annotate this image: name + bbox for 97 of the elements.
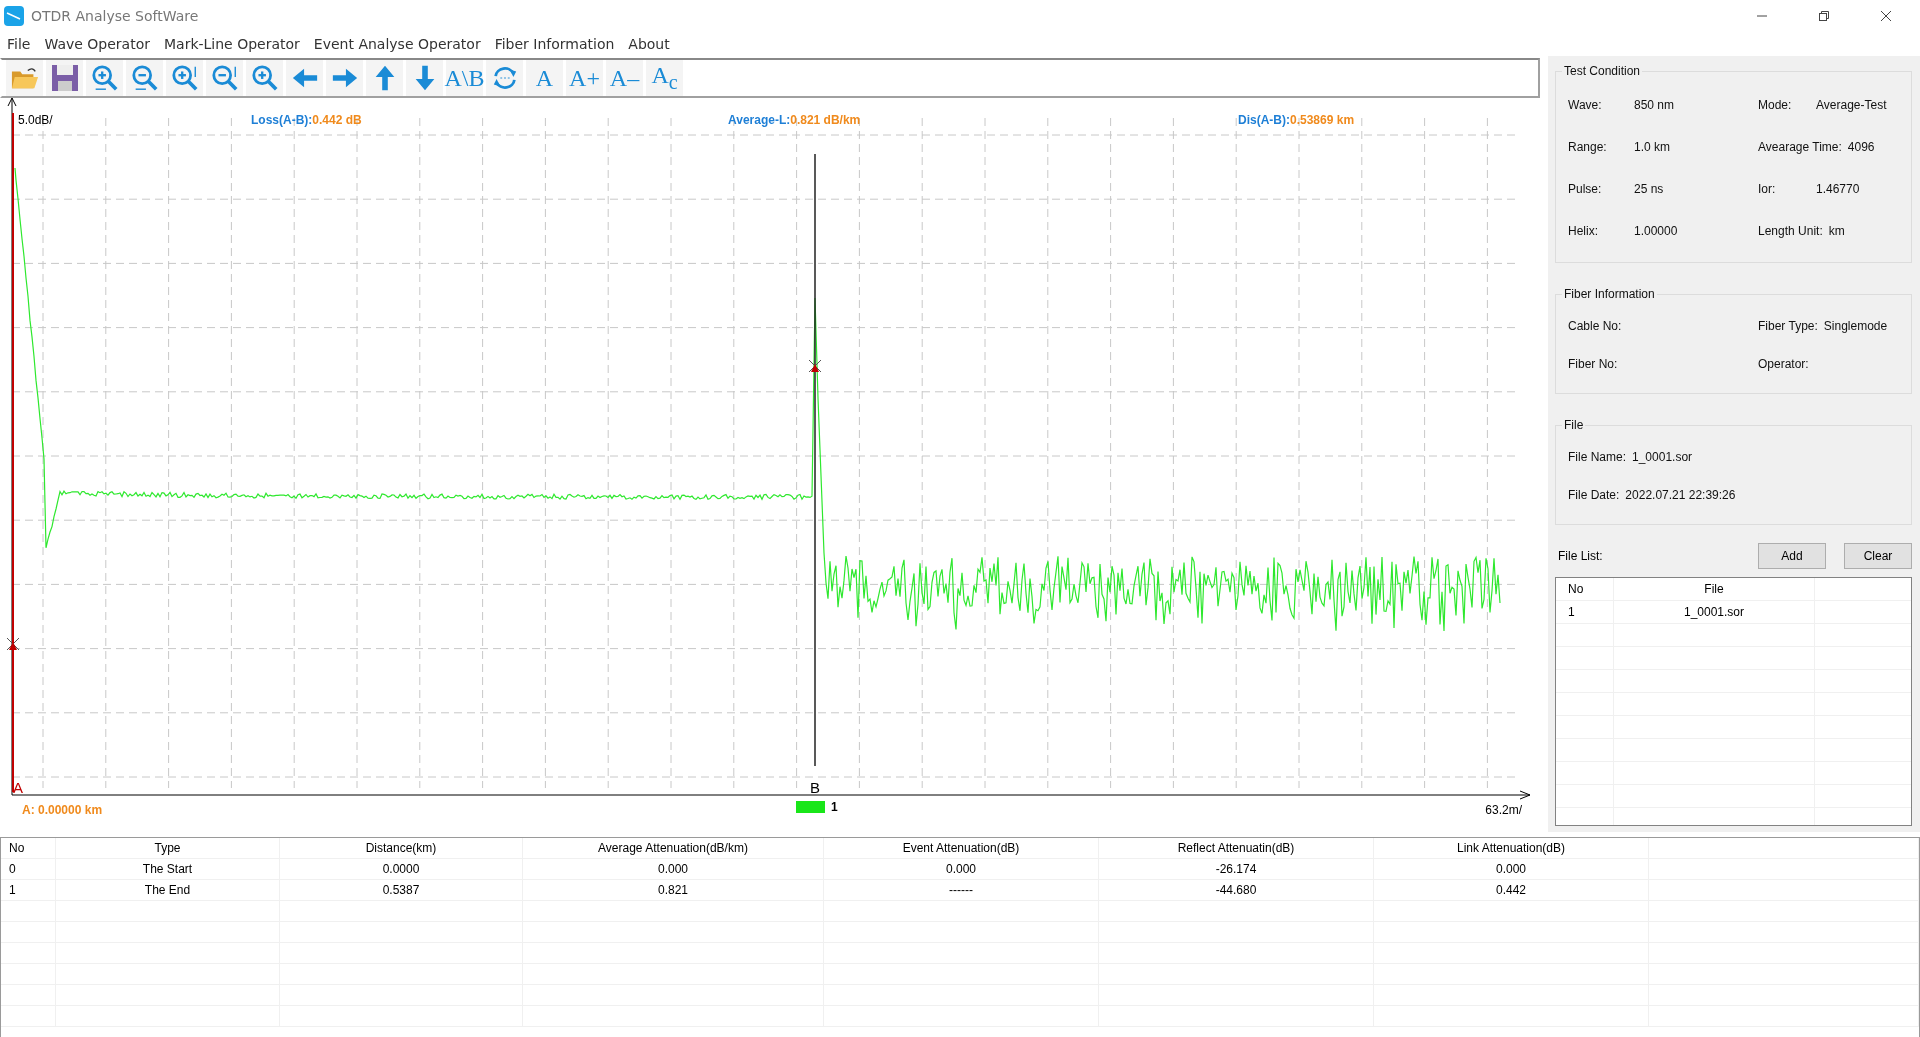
field-label: Pulse:	[1568, 182, 1603, 196]
table-cell: -44.680	[1099, 880, 1374, 900]
field-label: File Date:	[1568, 488, 1620, 502]
zoom-h-in-button[interactable]	[86, 60, 123, 96]
table-cell: 0.000	[523, 859, 824, 879]
zoom-in-icon	[250, 64, 279, 92]
table-cell: 0.5387	[280, 880, 523, 900]
marker-line[interactable]	[814, 153, 816, 767]
list-row[interactable]: 1 1_0001.sor	[1556, 601, 1911, 624]
zoom-in-icon	[90, 64, 119, 92]
save-button[interactable]	[46, 60, 83, 96]
table-cell: The End	[56, 880, 280, 900]
field-label: Avearage Time:	[1758, 140, 1842, 154]
table-cell: 0.000	[1374, 859, 1649, 879]
zoom-v-in-button[interactable]	[166, 60, 203, 96]
field-label: Helix:	[1568, 224, 1599, 238]
column-header: Distance(km)	[280, 838, 523, 858]
event-marker-icon	[808, 359, 822, 373]
list-button[interactable]: Add	[1758, 543, 1826, 569]
menu-item[interactable]: About	[628, 36, 670, 52]
readout-label: Dis(A-B):0.53869 km	[1238, 113, 1355, 127]
x-scale-label: 63.2m/	[1485, 803, 1522, 817]
zoom-h-out-button[interactable]	[126, 60, 163, 96]
menu-item[interactable]: Wave Operator	[44, 36, 150, 52]
field-label: Fiber No:	[1568, 357, 1619, 371]
zoom-in-icon	[170, 64, 199, 92]
table-cell: 0.821	[523, 880, 824, 900]
field-value: 850 nm	[1634, 98, 1675, 112]
menu-item[interactable]: Fiber Information	[494, 36, 615, 52]
down-button[interactable]	[406, 60, 443, 96]
field-label: Cable No:	[1568, 319, 1623, 333]
table-cell: 1	[1, 880, 56, 900]
table-cell: 0.000	[824, 859, 1099, 879]
table-cell: 0.0000	[280, 859, 523, 879]
readout-label: Average-L:0.821 dB/km	[728, 113, 861, 127]
column-header: File	[1614, 578, 1815, 600]
list-button[interactable]: Clear	[1844, 543, 1912, 569]
field-label: Mode:	[1758, 98, 1793, 112]
field-label: Length Unit:	[1758, 224, 1823, 238]
column-header: No	[1556, 578, 1614, 600]
window-title: OTDR Analyse SoftWare	[31, 8, 199, 24]
marker-label: B	[810, 779, 820, 796]
y-scale-label: 5.0dB/	[18, 113, 53, 127]
column-header: Average Attenuation(dB/km)	[523, 838, 824, 858]
field-value: 1.46770	[1816, 182, 1860, 196]
app-logo-icon	[4, 6, 24, 26]
field-value: Average-Test	[1816, 98, 1887, 112]
column-header: No	[1, 838, 56, 858]
field-label: Operator:	[1758, 357, 1809, 371]
restore-icon[interactable]	[1818, 10, 1830, 22]
column-header: Type	[56, 838, 280, 858]
field-value: 2022.07.21 22:39:26	[1625, 488, 1736, 502]
field-value: 1.00000	[1634, 224, 1678, 238]
table-cell: 0.442	[1374, 880, 1649, 900]
cursor-readout: A: 0.00000 km	[22, 803, 103, 817]
group-title: Test Condition	[1563, 64, 1642, 78]
zoom-out-icon	[210, 64, 239, 92]
field-label: Ior:	[1758, 182, 1777, 196]
field-label: Wave:	[1568, 98, 1603, 112]
right-button[interactable]	[326, 60, 363, 96]
field-value: 25 ns	[1634, 182, 1664, 196]
table-cell: -26.174	[1099, 859, 1374, 879]
readout-label: Loss(A-B):0.442 dB	[251, 113, 362, 127]
field-value: 4096	[1847, 140, 1875, 154]
field-value: Singlemode	[1823, 319, 1888, 333]
menu-item[interactable]: File	[7, 36, 31, 52]
legend-label: 1	[831, 800, 838, 814]
legend-swatch	[796, 801, 825, 813]
column-header: Reflect Attenuatin(dB)	[1099, 838, 1374, 858]
field-label: File Name:	[1568, 450, 1626, 464]
table-cell: 1_0001.sor	[1614, 601, 1815, 623]
refresh-button[interactable]	[486, 60, 523, 96]
zoom-out-icon	[130, 64, 159, 92]
field-label: Fiber Type:	[1758, 319, 1818, 333]
open-button[interactable]	[6, 60, 43, 96]
event-marker-icon	[6, 637, 20, 651]
zoom-button[interactable]	[246, 60, 283, 96]
left-button[interactable]	[286, 60, 323, 96]
field-label: Range:	[1568, 140, 1608, 154]
menu-item[interactable]: Mark-Line Operator	[164, 36, 300, 52]
menu-item[interactable]: Event Analyse Operator	[313, 36, 481, 52]
table-cell: The Start	[56, 859, 280, 879]
table-cell: 0	[1, 859, 56, 879]
marker-line[interactable]	[12, 112, 14, 793]
table-cell: ------	[824, 880, 1099, 900]
column-header: Event Attenuation(dB)	[824, 838, 1099, 858]
up-button[interactable]	[366, 60, 403, 96]
table-cell: 1	[1556, 601, 1614, 623]
zoom-v-out-button[interactable]	[206, 60, 243, 96]
close-icon[interactable]	[1880, 10, 1892, 22]
column-header: Link Attenuation(dB)	[1374, 838, 1649, 858]
file-list-label: File List:	[1558, 549, 1604, 563]
group-title: File	[1563, 418, 1585, 432]
field-value: 1.0 km	[1634, 140, 1670, 154]
group-title: Fiber Information	[1563, 287, 1656, 301]
field-value: km	[1828, 224, 1845, 238]
field-value: 1_0001.sor	[1632, 450, 1693, 464]
